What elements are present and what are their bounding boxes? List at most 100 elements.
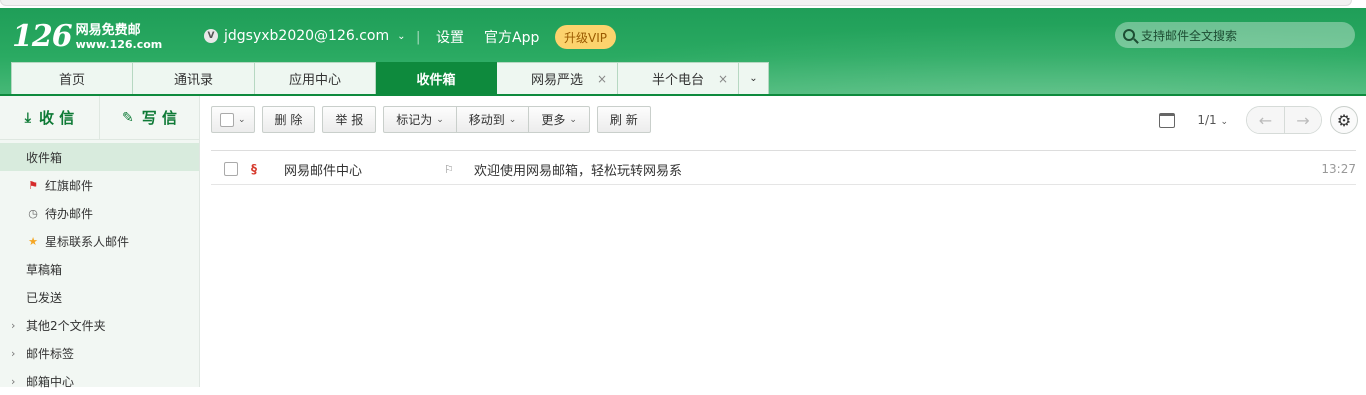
folder-label: 已发送 <box>26 290 63 305</box>
write-mail-button[interactable]: ✎ 写 信 <box>99 95 199 140</box>
move-to-button[interactable]: 移动到 ⌄ <box>456 106 530 133</box>
tab-bar: 首页 通讯录 应用中心 收件箱 网易严选 × 半个电台 × ⌄ <box>11 62 769 94</box>
folder-starred-contacts[interactable]: ★ 星标联系人邮件 <box>0 227 199 255</box>
mail-row[interactable]: § 网易邮件中心 ⚐ 欢迎使用网易邮箱，轻松玩转网易系 13:27 <box>211 154 1356 185</box>
folder-label: 待办邮件 <box>45 206 94 221</box>
page-indicator[interactable]: 1/1 ⌄ <box>1197 113 1228 127</box>
tab-home[interactable]: 首页 <box>11 62 133 94</box>
prev-page-arrow-icon[interactable]: ← <box>1247 107 1284 133</box>
write-label: 写 信 <box>141 109 177 127</box>
folder-todo[interactable]: ◷ 待办邮件 <box>0 199 199 227</box>
mail-toolbar: ⌄ 删 除 举 报 标记为 ⌄ 移动到 ⌄ 更多 ⌄ 刷 新 <box>211 106 658 133</box>
close-icon[interactable]: × <box>718 72 728 86</box>
report-label: 举 报 <box>335 113 364 127</box>
tab-inbox[interactable]: 收件箱 <box>376 62 497 94</box>
gear-icon[interactable]: ⚙ <box>1330 106 1358 134</box>
folder-mailbox-center[interactable]: › 邮箱中心 <box>0 367 199 395</box>
tab-yanxuan[interactable]: 网易严选 × <box>497 62 618 94</box>
mail-list-panel: ⌄ 删 除 举 报 标记为 ⌄ 移动到 ⌄ 更多 ⌄ 刷 新 1/1 ⌄ ← → ⚙ … <box>201 96 1366 387</box>
folder-label: 红旗邮件 <box>45 178 94 193</box>
user-account-menu[interactable]: V jdgsyxb2020@126.com ⌄ <box>204 28 406 44</box>
next-page-arrow-icon[interactable]: → <box>1284 107 1321 133</box>
upgrade-vip-button[interactable]: 升级VIP <box>555 25 616 49</box>
flag-icon[interactable]: ⚐ <box>444 163 456 176</box>
edit-icon: ✎ <box>122 109 134 126</box>
mark-as-label: 标记为 <box>396 113 433 127</box>
tab-radio[interactable]: 半个电台 × <box>618 62 739 94</box>
calendar-icon[interactable] <box>1159 112 1176 128</box>
folder-label: 星标联系人邮件 <box>45 234 130 249</box>
red-flag-icon: ⚑ <box>28 178 38 192</box>
list-divider <box>211 150 1356 151</box>
refresh-button[interactable]: 刷 新 <box>596 106 651 133</box>
mail-sender: 网易邮件中心 <box>284 163 363 179</box>
chevron-down-icon: ⌄ <box>238 114 246 125</box>
select-all-dropdown[interactable]: ⌄ <box>211 106 255 133</box>
folder-label: 收件箱 <box>26 150 63 165</box>
logo-number: 126 <box>12 19 73 54</box>
tab-label: 通讯录 <box>173 73 213 88</box>
search-placeholder: 支持邮件全文搜索 <box>1141 28 1238 43</box>
action-button-group: 标记为 ⌄ 移动到 ⌄ 更多 ⌄ <box>383 106 590 133</box>
folder-label: 邮件标签 <box>26 346 75 361</box>
star-icon: ★ <box>28 234 38 248</box>
chevron-right-icon: › <box>11 346 16 360</box>
tab-label: 首页 <box>58 73 85 88</box>
mail-time: 13:27 <box>1321 162 1356 176</box>
tab-label: 收件箱 <box>416 73 456 88</box>
mail-subject: 欢迎使用网易邮箱，轻松玩转网易系 <box>474 163 683 179</box>
tab-app-center[interactable]: 应用中心 <box>255 62 376 94</box>
chevron-down-icon: ⌄ <box>508 114 517 125</box>
chevron-down-icon: ⌄ <box>569 114 577 125</box>
logo-title: 网易免费邮 <box>75 23 141 38</box>
chevron-down-icon: ⌄ <box>397 30 406 42</box>
receive-label: 收 信 <box>38 109 75 127</box>
page-info: 1/1 <box>1197 113 1217 127</box>
netease-sender-icon: § <box>251 162 257 176</box>
more-button[interactable]: 更多 ⌄ <box>529 106 590 133</box>
folder-other-folders[interactable]: › 其他2个文件夹 <box>0 311 199 339</box>
delete-button[interactable]: 删 除 <box>261 106 316 133</box>
tab-contacts[interactable]: 通讯录 <box>133 62 255 94</box>
tab-overflow-button[interactable]: ⌄ <box>739 62 769 94</box>
logo-domain: www.126.com <box>75 38 163 51</box>
chevron-down-icon: ⌄ <box>436 114 444 125</box>
compose-bar: ⤓ 收 信 ✎ 写 信 <box>0 95 199 140</box>
tab-label: 应用中心 <box>288 73 341 88</box>
chevron-right-icon: › <box>11 374 16 388</box>
mail-checkbox[interactable] <box>224 162 238 176</box>
official-app-link[interactable]: 官方App <box>484 27 539 47</box>
delete-label: 删 除 <box>274 113 303 127</box>
folder-label: 草稿箱 <box>26 262 63 277</box>
mark-as-button[interactable]: 标记为 ⌄ <box>383 106 457 133</box>
more-label: 更多 <box>541 113 566 127</box>
clock-icon: ◷ <box>28 206 38 220</box>
select-all-checkbox[interactable] <box>220 112 234 127</box>
pagination-controls: 1/1 ⌄ ← → ⚙ <box>1159 106 1358 134</box>
download-icon: ⤓ <box>24 109 31 126</box>
settings-link[interactable]: 设置 <box>436 27 464 47</box>
header-separator: | <box>416 30 421 45</box>
search-icon <box>1123 29 1135 41</box>
app-header: 126 网易免费邮 www.126.com V jdgsyxb2020@126.… <box>0 8 1366 96</box>
chevron-down-icon: ⌄ <box>1220 117 1228 127</box>
close-icon[interactable]: × <box>597 72 607 86</box>
logo[interactable]: 126 网易免费邮 www.126.com <box>12 20 162 54</box>
chevron-down-icon: ⌄ <box>749 73 758 84</box>
user-email: jdgsyxb2020@126.com <box>224 28 390 44</box>
folder-label: 其他2个文件夹 <box>26 318 106 333</box>
tab-label: 网易严选 <box>530 73 583 88</box>
folder-mail-tags[interactable]: › 邮件标签 <box>0 339 199 367</box>
receive-mail-button[interactable]: ⤓ 收 信 <box>0 96 99 140</box>
search-box[interactable]: 支持邮件全文搜索 <box>1115 22 1355 48</box>
folder-red-flag[interactable]: ⚑ 红旗邮件 <box>0 171 199 199</box>
tab-label: 半个电台 <box>651 73 704 88</box>
folder-inbox[interactable]: 收件箱 <box>0 143 199 171</box>
page-nav-group: ← → <box>1246 106 1322 134</box>
move-to-label: 移动到 <box>468 113 505 127</box>
folder-sent[interactable]: 已发送 <box>0 283 199 311</box>
refresh-label: 刷 新 <box>609 113 638 127</box>
report-button[interactable]: 举 报 <box>322 106 377 133</box>
folder-drafts[interactable]: 草稿箱 <box>0 255 199 283</box>
chevron-right-icon: › <box>11 318 16 332</box>
